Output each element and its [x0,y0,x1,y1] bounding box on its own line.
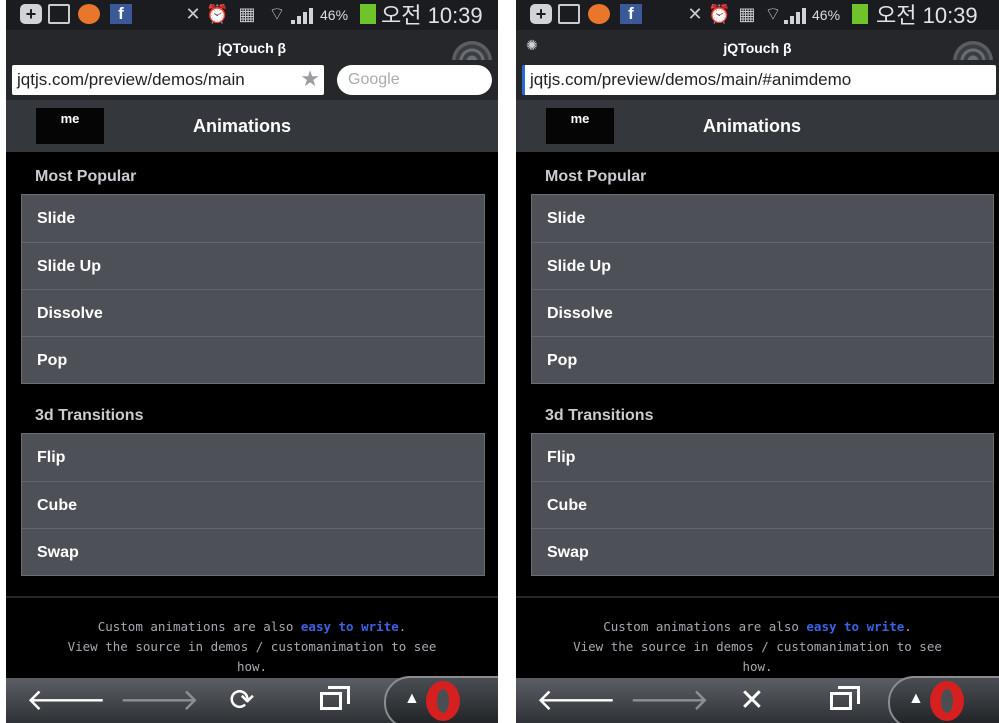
forward-arrow-icon[interactable]: 🡒 [119,678,199,723]
toolbar-title: Animations [703,116,802,136]
facebook-icon: f [110,4,132,24]
footer-text: how. [236,659,268,674]
status-bar: + f ✕ ⏰ ▦ ⌔ 46% 오전 10:39 [6,0,498,30]
status-bar: + f ✕ ⏰ ▦ ⌔ 46% 오전 10:39 [516,0,999,30]
battery-percent: 46% [812,7,841,23]
divider [516,596,999,598]
tabs-icon[interactable] [312,678,352,723]
address-bar-row: jqtjs.com/preview/demos/main ★ Google [6,60,498,100]
gallery-icon [48,4,70,24]
list-item-slide-up[interactable]: Slide Up [532,242,993,289]
footer-info: Custom animations are also easy to write… [516,617,999,677]
list-item-swap[interactable]: Swap [532,528,993,575]
stop-icon[interactable]: ✕ [722,678,782,723]
wifi-icon: ⌔ [764,4,782,24]
clock: 오전 10:39 [876,3,978,28]
bookmark-star-icon[interactable]: ★ [300,67,320,91]
address-bar[interactable]: jqtjs.com/preview/demos/main/#animdemo [522,65,996,95]
jqt-toolbar: me Animations [6,100,498,152]
opera-notification-icon [78,4,100,24]
alarm-icon: ⏰ [206,4,229,24]
gallery-icon [558,4,580,24]
battery-icon [360,4,376,24]
sync-icon: ▦ [238,4,256,24]
wifi-icon: ⌔ [268,4,286,24]
section-heading: 3d Transitions [545,407,654,424]
vibrate-icon: ✕ [687,4,703,24]
battery-icon [852,4,868,24]
add-icon: + [530,4,552,24]
alarm-icon: ⏰ [708,4,731,24]
back-arrow-icon[interactable]: 🡐 [536,678,616,723]
browser-nav-bar: 🡐 🡒 ✕ ▲ [516,676,999,723]
animation-list: Slide Slide Up Dissolve Pop [531,194,994,384]
signal-icon [291,4,317,24]
address-bar[interactable]: jqtjs.com/preview/demos/main ★ [12,65,324,95]
footer-text: Custom animations are also [97,619,301,634]
address-bar-row: jqtjs.com/preview/demos/main/#animdemo [516,60,999,100]
sync-icon: ▦ [738,4,756,24]
url-text: jqtjs.com/preview/demos/main [17,70,245,89]
footer-text: View the source in demos / customanimati… [573,639,942,654]
transition-list: Flip Cube Swap [531,433,994,576]
footer-text: . [398,619,407,634]
phone-screen-right: + f ✕ ⏰ ▦ ⌔ 46% 오전 10:39 ✺ jQTouch β jqt… [516,0,999,723]
footer-text: View the source in demos / customanimati… [67,639,437,654]
section-heading: 3d Transitions [35,407,144,424]
list-item-swap[interactable]: Swap [22,528,484,575]
back-button[interactable]: me [36,108,104,144]
list-item-slide[interactable]: Slide [532,195,993,242]
toolbar-title: Animations [193,116,292,136]
footer-text: how. [742,659,773,674]
section-heading: Most Popular [545,168,647,185]
page-title: jQTouch β [217,40,287,56]
page-content: Most Popular Slide Slide Up Dissolve Pop… [6,152,498,678]
easy-to-write-link[interactable]: easy to write [806,619,904,634]
section-heading: Most Popular [35,168,137,185]
reload-icon[interactable]: ⟳ [212,678,272,723]
opera-menu-icon[interactable]: ▲ [888,676,999,723]
browser-title-bar: jQTouch β [6,30,498,81]
list-item-dissolve[interactable]: Dissolve [22,289,484,336]
browser-title-bar: ✺ jQTouch β [516,30,999,81]
opera-menu-icon[interactable]: ▲ [384,676,498,723]
forward-arrow-icon[interactable]: 🡒 [629,678,709,723]
list-item-slide-up[interactable]: Slide Up [22,242,484,289]
opera-notification-icon [588,4,610,24]
animation-list: Slide Slide Up Dissolve Pop [21,194,485,384]
back-arrow-icon[interactable]: 🡐 [26,678,106,723]
phone-screen-left: + f ✕ ⏰ ▦ ⌔ 46% 오전 10:39 jQTouch β jqtjs… [6,0,498,723]
list-item-pop[interactable]: Pop [22,336,484,383]
list-item-cube[interactable]: Cube [532,481,993,528]
page-title: jQTouch β [723,40,792,56]
browser-nav-bar: 🡐 🡒 ⟳ ▲ [6,676,498,723]
footer-text: . [904,619,912,634]
back-button[interactable]: me [546,108,614,144]
footer-info: Custom animations are also easy to write… [6,617,498,677]
list-item-cube[interactable]: Cube [22,481,484,528]
list-item-flip[interactable]: Flip [532,434,993,481]
signal-icon [784,4,810,24]
footer-text: Custom animations are also [603,619,807,634]
list-item-pop[interactable]: Pop [532,336,993,383]
divider [6,596,498,598]
clock: 오전 10:39 [381,3,483,28]
list-item-flip[interactable]: Flip [22,434,484,481]
vibrate-icon: ✕ [185,4,201,24]
facebook-icon: f [620,4,642,24]
list-item-slide[interactable]: Slide [22,195,484,242]
jqt-toolbar: me Animations [516,100,999,152]
page-content: Most Popular Slide Slide Up Dissolve Pop… [516,152,999,678]
search-input[interactable]: Google [337,65,492,95]
url-text: jqtjs.com/preview/demos/main/#animdemo [530,70,852,89]
add-icon: + [20,4,42,24]
list-item-dissolve[interactable]: Dissolve [532,289,993,336]
transition-list: Flip Cube Swap [21,433,485,576]
easy-to-write-link[interactable]: easy to write [301,619,399,634]
tabs-icon[interactable] [822,678,862,723]
battery-percent: 46% [320,7,349,23]
